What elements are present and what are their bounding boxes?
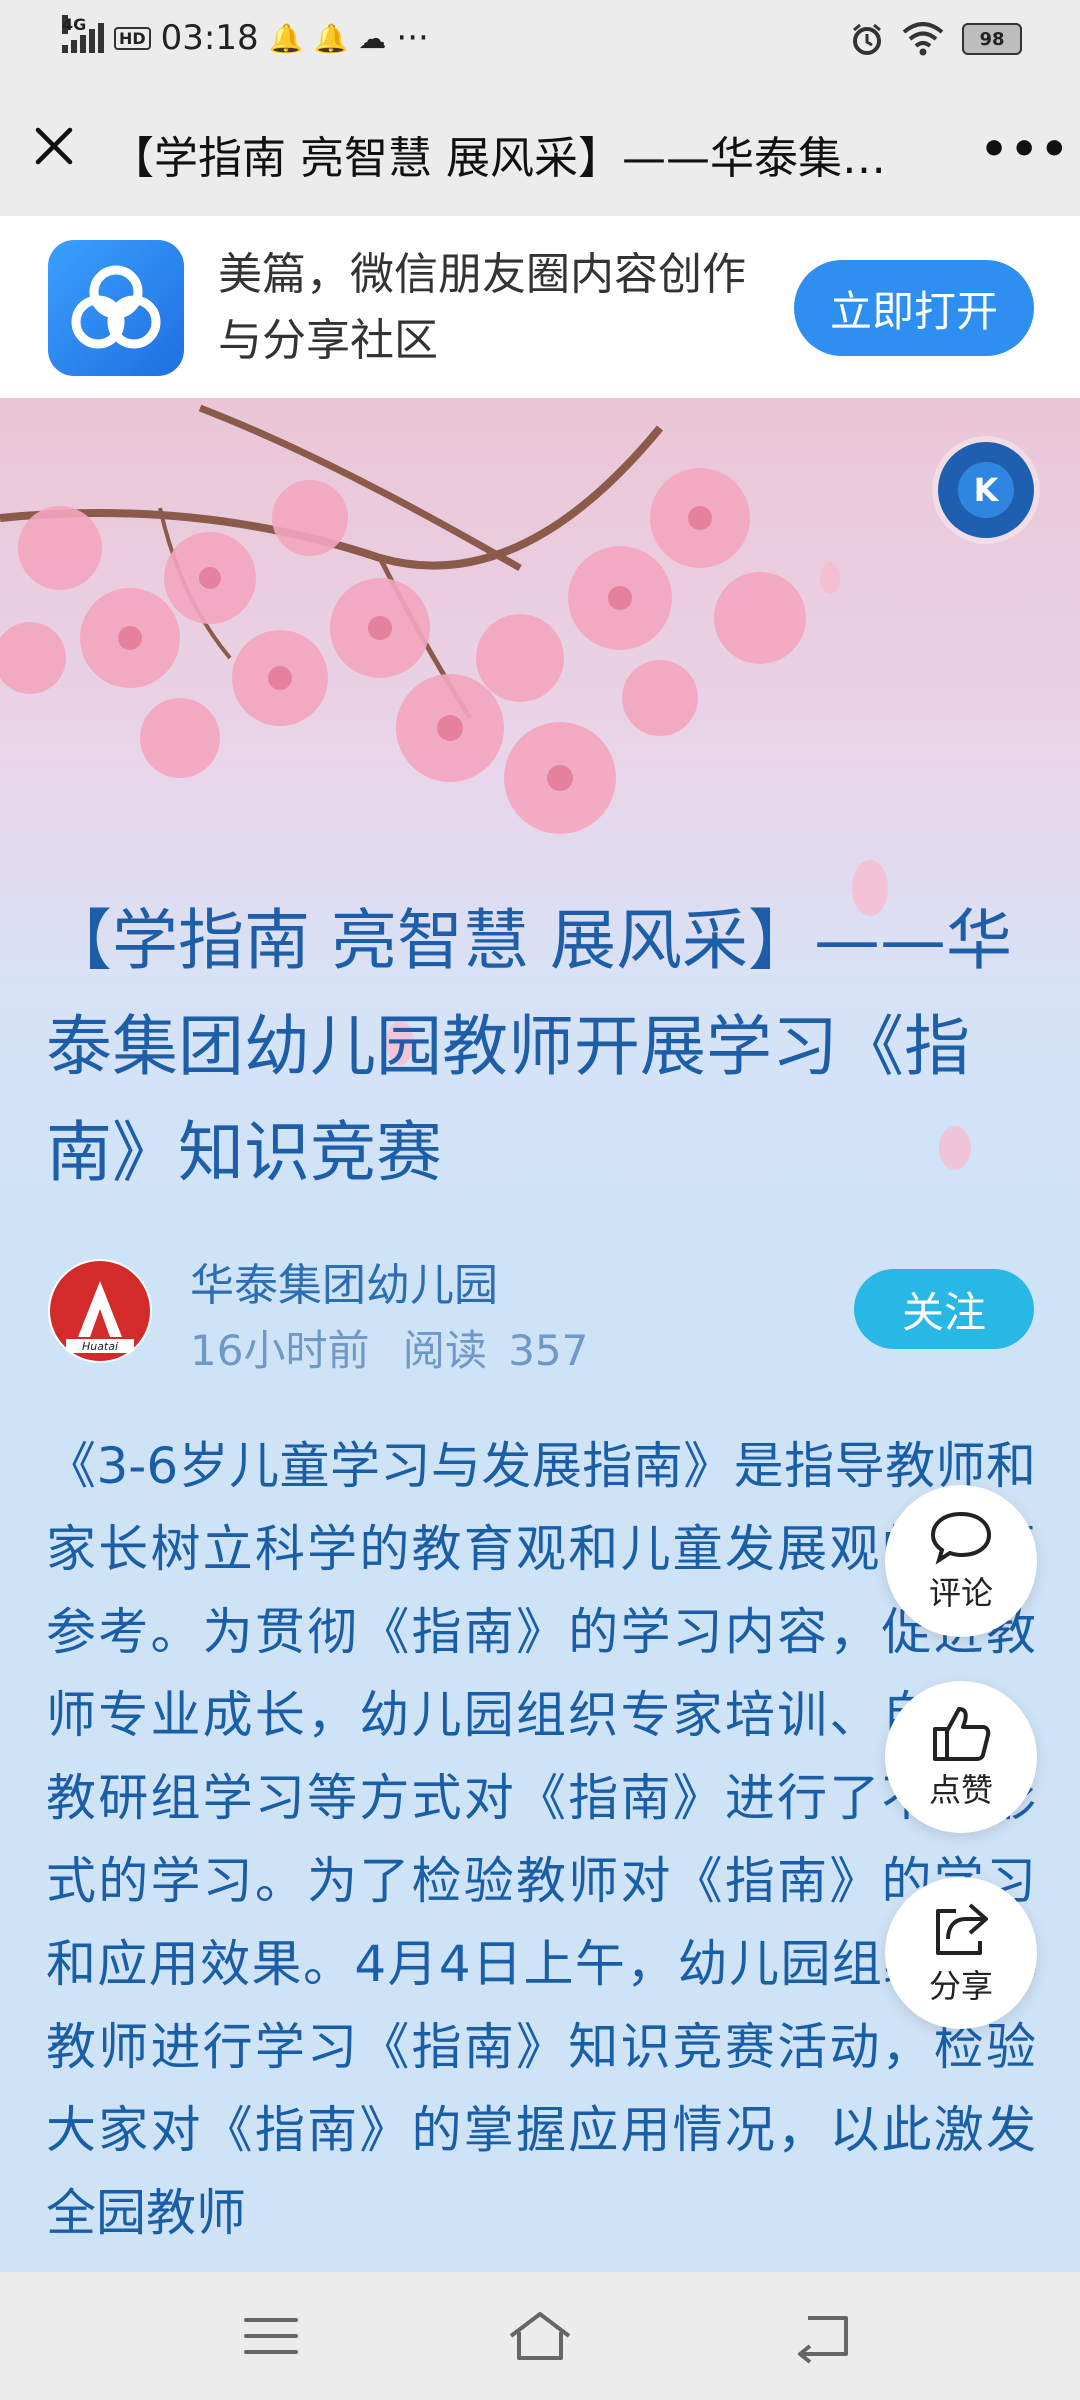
logo-text: Huatai: [82, 1340, 118, 1353]
menu-icon: [244, 2318, 298, 2354]
share-label: 分享: [928, 1967, 993, 2005]
alarm-icon: [853, 23, 881, 55]
k-badge-label: K: [958, 462, 1014, 518]
author-row: Huatai 华泰集团幼儿园 16小时前 阅读 357 关注: [0, 1193, 1080, 1383]
status-left: 4G HD 03:18 🔔 🔔 ☁ ···: [62, 15, 429, 58]
home-nav-button[interactable]: [505, 2306, 575, 2366]
qq-icon-2: 🔔: [313, 21, 349, 55]
author-name[interactable]: 华泰集团幼儿园: [190, 1249, 498, 1313]
close-icon: [35, 127, 73, 165]
author-avatar[interactable]: Huatai: [48, 1259, 152, 1363]
article-title: 【学指南 亮智慧 展风采】——华泰集团幼儿园教师开展学习《指南》知识竞赛: [46, 902, 1012, 1191]
app-download-banner: 美篇，微信朋友圈内容创作与分享社区 立即打开: [0, 216, 1080, 399]
wifi-icon: [902, 22, 944, 56]
battery-indicator: 98: [962, 23, 1022, 55]
read-count: 357: [508, 1326, 589, 1375]
banner-slogan: 美篇，微信朋友圈内容创作与分享社区: [218, 249, 746, 366]
network-type: 4G: [62, 15, 87, 34]
home-icon: [509, 2312, 571, 2360]
follow-button[interactable]: 关注: [854, 1269, 1034, 1349]
signal-icon: 4G: [62, 15, 104, 53]
post-time: 16小时前: [190, 1326, 370, 1375]
huatai-logo: Huatai: [50, 1261, 150, 1361]
menu-nav-button[interactable]: [236, 2306, 306, 2366]
qq-icon: 🔔: [268, 21, 304, 55]
read-label: 阅读: [402, 1326, 487, 1375]
comment-icon: [930, 1511, 992, 1565]
cloud-icon: ☁: [358, 21, 387, 55]
comment-button[interactable]: 评论: [885, 1485, 1037, 1637]
author-meta: 16小时前 阅读 357: [190, 1317, 588, 1378]
like-label: 点赞: [928, 1771, 993, 1809]
thumbs-up-icon: [933, 1707, 991, 1761]
comment-label: 评论: [928, 1574, 993, 1612]
back-nav-button[interactable]: [788, 2306, 858, 2366]
back-icon: [798, 2316, 848, 2364]
nav-bar: 【学指南 亮智慧 展风采】——华泰集团… •••: [0, 84, 1080, 216]
close-button[interactable]: [24, 116, 84, 176]
hero-cover: K 【学指南 亮智慧 展风采】——华泰集团幼儿园教师开展学习《指南》知识竞赛: [0, 398, 1080, 1193]
more-button[interactable]: •••: [980, 124, 1068, 175]
share-icon: [936, 1903, 988, 1955]
meipian-logo: [48, 240, 184, 376]
like-button[interactable]: 点赞: [885, 1681, 1037, 1833]
more-notifications: ···: [396, 18, 429, 58]
status-right: 98: [850, 22, 1022, 56]
system-navigation-bar: [0, 2272, 1080, 2400]
share-button[interactable]: 分享: [885, 1877, 1037, 2029]
status-bar: 4G HD 03:18 🔔 🔔 ☁ ··· 98: [0, 0, 1080, 84]
open-app-button[interactable]: 立即打开: [794, 260, 1034, 356]
status-time: 03:18: [160, 18, 259, 58]
app-logo-icon: [71, 265, 161, 349]
k-badge[interactable]: K: [938, 442, 1034, 538]
page-title: 【学指南 亮智慧 展风采】——华泰集团…: [110, 133, 910, 184]
hd-indicator: HD: [114, 26, 151, 50]
